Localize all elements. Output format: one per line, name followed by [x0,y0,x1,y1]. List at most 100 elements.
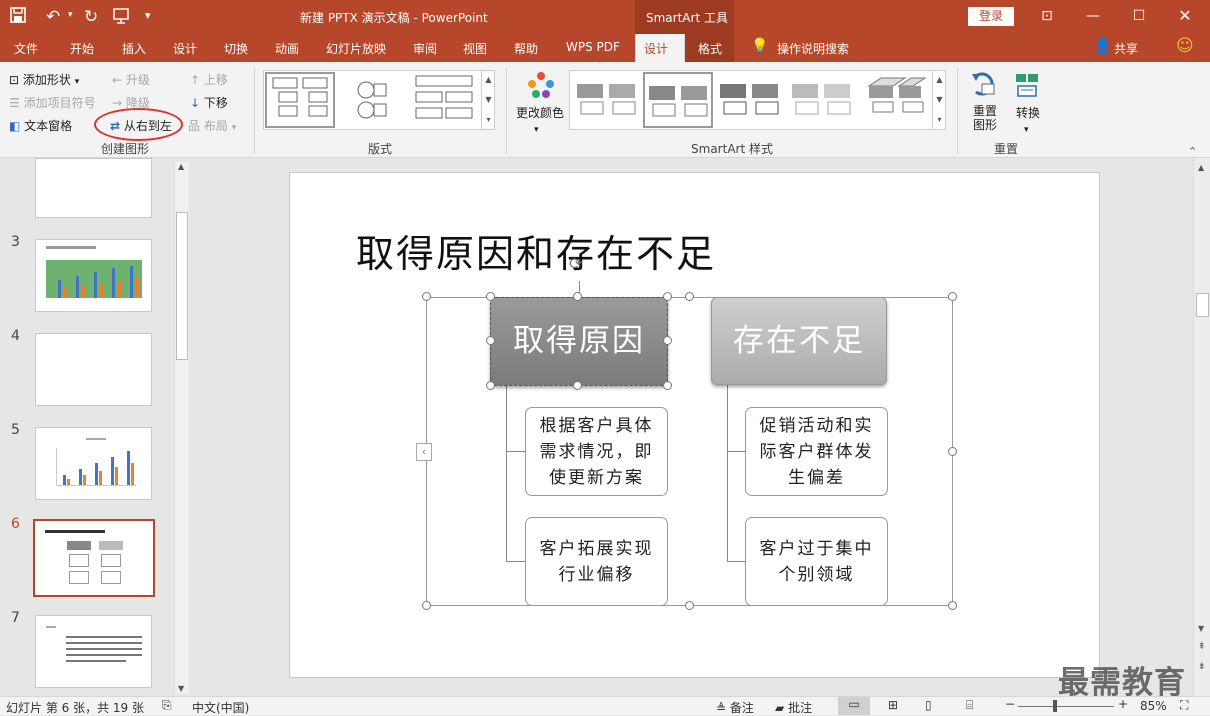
customize-toolbar-icon[interactable]: ▾ [145,9,151,22]
slide-thumbnail[interactable] [35,615,152,688]
tab-animations[interactable]: 动画 [275,40,299,57]
move-up-button[interactable]: ↑ 上移 [190,71,228,88]
resize-handle[interactable] [573,381,582,390]
text-pane-toggle[interactable]: ‹ [416,443,432,461]
zoom-slider-thumb[interactable] [1053,700,1057,712]
slide-thumbnail[interactable] [35,333,152,406]
tab-smartart-design[interactable]: 设计 [635,34,685,62]
tab-design[interactable]: 设计 [173,40,197,57]
slide-canvas[interactable]: 取得原因和存在不足 ⟳ ‹ 取得原因 存在不足 根据客户具体需求情况，即使更新方… [289,172,1100,678]
undo-dropdown-icon[interactable]: ▾ [68,10,73,20]
resize-handle[interactable] [486,336,495,345]
add-bullet-button[interactable]: ☰ 添加项目符号 [9,94,96,111]
save-icon[interactable] [10,7,26,27]
resize-handle[interactable] [685,292,694,301]
tab-review[interactable]: 审阅 [413,40,437,57]
slide-sorter-icon[interactable]: ⊞ [888,698,898,712]
previous-slide-icon[interactable]: ⇞ [1198,642,1206,652]
resize-handle[interactable] [663,381,672,390]
rotate-handle-icon[interactable]: ⟳ [569,254,582,273]
resize-handle[interactable] [685,601,694,610]
smiley-icon[interactable]: ☺ [1176,36,1194,56]
ribbon-display-options-icon[interactable]: ⊡ [1024,0,1070,32]
tab-home[interactable]: 开始 [70,40,94,57]
style-option-1[interactable] [575,80,639,123]
change-colors-button[interactable]: 更改颜色 ▾ [516,104,564,135]
spellcheck-icon[interactable]: ⎘ [162,698,172,713]
convert-icon[interactable] [1012,70,1042,103]
slide-title[interactable]: 取得原因和存在不足 [356,223,716,278]
text-pane-button[interactable]: ◧ 文本窗格 [9,117,72,134]
resize-handle[interactable] [486,292,495,301]
tab-wps-pdf[interactable]: WPS PDF [566,40,620,54]
node-col1-item-1[interactable]: 根据客户具体需求情况，即使更新方案 [525,407,668,496]
resize-handle[interactable] [573,292,582,301]
layout-button[interactable]: 品 布局 ▾ [188,117,236,134]
style-option-selected[interactable] [643,72,713,128]
tab-view[interactable]: 视图 [463,40,487,57]
resize-handle[interactable] [663,336,672,345]
fit-to-window-icon[interactable]: ⛶ [1180,698,1188,713]
slide-scrollbar[interactable]: ▲ ▼ ⇞ ⇟ [1193,158,1210,696]
collapse-ribbon-icon[interactable]: ⌃ [1188,145,1197,158]
thumbnail-scrollbar[interactable]: ▲ ▼ [174,162,189,694]
slide-thumbnail[interactable] [35,239,152,312]
node-col1-header[interactable]: 取得原因 [490,297,668,386]
node-col1-item-2[interactable]: 客户拓展实现行业偏移 [525,517,668,606]
layouts-gallery-scroll[interactable]: ▲ ▼ ▾ [481,70,495,130]
layout-option-selected[interactable] [265,72,335,128]
scroll-up-arrow[interactable]: ▲ [178,162,184,171]
share-button[interactable]: 共享 [1114,40,1138,57]
minimize-button[interactable]: — [1070,0,1116,32]
normal-view-icon[interactable]: ▭ [838,697,870,715]
style-option-3[interactable] [718,80,782,123]
tab-file[interactable]: 文件 [14,40,38,57]
resize-handle[interactable] [663,292,672,301]
resize-handle[interactable] [422,601,431,610]
scroll-down-arrow[interactable]: ▼ [178,684,184,693]
start-from-beginning-icon[interactable] [112,7,132,29]
node-col2-header[interactable]: 存在不足 [711,297,887,385]
slideshow-icon[interactable]: ⌸ [966,698,973,713]
resize-handle[interactable] [948,292,957,301]
language-indicator[interactable]: 中文(中国) [192,699,249,716]
layout-option-2[interactable] [344,72,404,128]
scroll-thumb[interactable] [1196,293,1209,317]
redo-icon[interactable]: ↻ [84,7,98,27]
resize-handle[interactable] [948,447,957,456]
tab-slideshow[interactable]: 幻灯片放映 [326,40,386,57]
tab-transitions[interactable]: 切换 [224,40,248,57]
resize-handle[interactable] [948,601,957,610]
reset-graphic-button[interactable]: 重置 图形 [973,104,997,132]
zoom-out-icon[interactable]: − [1005,697,1015,711]
comments-button[interactable]: ▰ 批注 [775,699,812,716]
reading-view-icon[interactable]: ▯ [925,698,932,712]
promote-button[interactable]: ← 升级 [112,71,150,88]
notes-button[interactable]: ≜ 备注 [716,699,754,716]
tell-me-search[interactable]: 操作说明搜索 [777,40,849,57]
slide-thumbnail[interactable] [35,158,152,218]
close-button[interactable]: ✕ [1162,0,1208,32]
scroll-thumb[interactable] [176,212,188,360]
next-slide-icon[interactable]: ⇟ [1198,662,1206,672]
resize-handle[interactable] [486,381,495,390]
zoom-level[interactable]: 85% [1140,699,1167,713]
scroll-down-arrow[interactable]: ▼ [1198,624,1204,633]
zoom-slider[interactable] [1018,706,1114,707]
style-option-5[interactable] [865,74,929,123]
move-down-button[interactable]: ↓ 下移 [190,94,228,111]
maximize-button[interactable]: ☐ [1116,0,1162,32]
tab-help[interactable]: 帮助 [514,40,538,57]
slide-thumbnail-active[interactable] [33,519,155,597]
login-button[interactable]: 登录 [968,7,1014,26]
node-col2-item-2[interactable]: 客户过于集中个别领域 [745,517,888,606]
node-col2-item-1[interactable]: 促销活动和实际客户群体发生偏差 [745,407,888,496]
resize-handle[interactable] [422,292,431,301]
style-option-4[interactable] [790,80,854,123]
layout-option-3[interactable] [410,72,480,128]
slide-thumbnail[interactable] [35,427,152,500]
undo-icon[interactable]: ↶ [46,7,60,27]
tab-insert[interactable]: 插入 [122,40,146,57]
tab-smartart-format[interactable]: 格式 [698,40,722,57]
change-colors-icon[interactable] [526,70,556,103]
